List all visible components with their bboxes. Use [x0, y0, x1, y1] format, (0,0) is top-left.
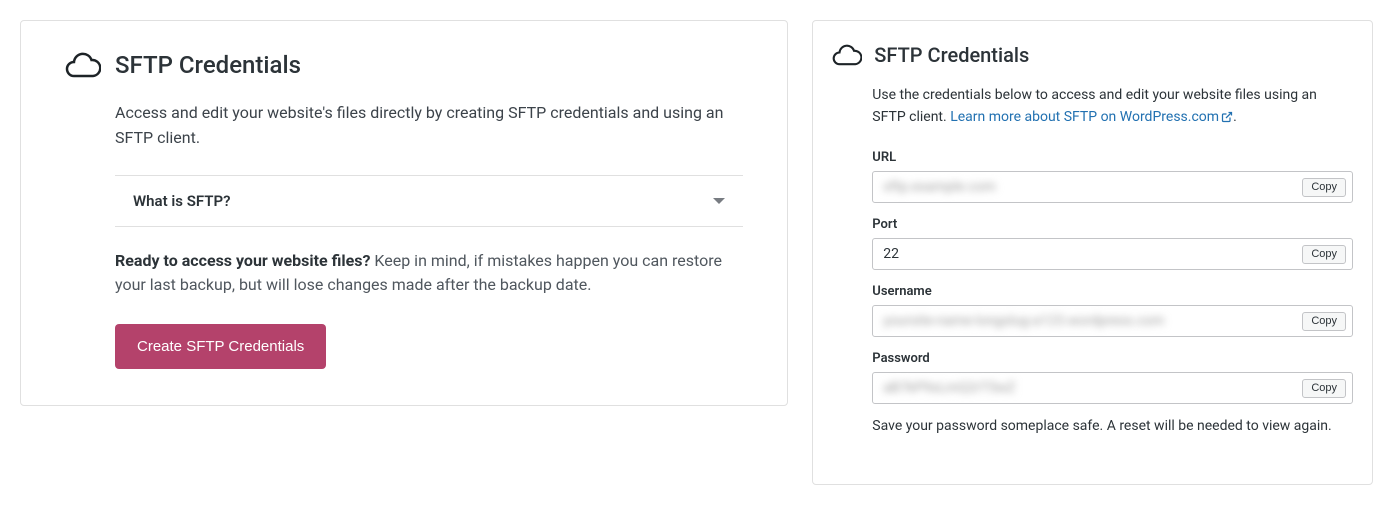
card-title-text: SFTP Credentials: [115, 51, 301, 79]
card-title-text: SFTP Credentials: [874, 43, 1029, 67]
password-note: Save your password someplace safe. A res…: [872, 418, 1353, 434]
username-field-block: Username yoursite-name-longslug-a123.wor…: [872, 284, 1353, 337]
password-label: Password: [872, 351, 1353, 366]
username-value: yoursite-name-longslug-a123.wordpress.co…: [883, 313, 1302, 329]
copy-url-button[interactable]: Copy: [1302, 178, 1346, 197]
password-field: aB7kP9xLmQ2rT5wZ Copy: [872, 372, 1353, 404]
chevron-down-icon: [713, 198, 725, 204]
card-title-row: SFTP Credentials: [65, 51, 743, 79]
password-field-block: Password aB7kP9xLmQ2rT5wZ Copy: [872, 351, 1353, 404]
copy-port-button[interactable]: Copy: [1302, 245, 1346, 264]
cloud-icon: [832, 44, 862, 66]
card-title-row: SFTP Credentials: [832, 43, 1353, 67]
password-value: aB7kP9xLmQ2rT5wZ: [883, 380, 1302, 396]
create-sftp-credentials-button[interactable]: Create SFTP Credentials: [115, 324, 326, 369]
url-label: URL: [872, 150, 1353, 165]
username-field: yoursite-name-longslug-a123.wordpress.co…: [872, 305, 1353, 337]
external-link-icon: [1221, 109, 1233, 131]
url-field-block: URL sftp.example.com Copy: [872, 150, 1353, 203]
learn-more-link[interactable]: Learn more about SFTP on WordPress.com: [950, 109, 1233, 125]
accordion-label: What is SFTP?: [133, 192, 230, 210]
port-label: Port: [872, 217, 1353, 232]
port-field: 22 Copy: [872, 238, 1353, 270]
copy-username-button[interactable]: Copy: [1302, 312, 1346, 331]
port-field-block: Port 22 Copy: [872, 217, 1353, 270]
what-is-sftp-accordion: What is SFTP?: [115, 175, 743, 227]
url-value: sftp.example.com: [883, 179, 1302, 195]
ready-text: Ready to access your website files? Keep…: [115, 249, 743, 299]
cloud-icon: [65, 52, 101, 78]
copy-password-button[interactable]: Copy: [1302, 379, 1346, 398]
username-label: Username: [872, 284, 1353, 299]
sftp-create-card: SFTP Credentials Access and edit your we…: [20, 20, 788, 406]
what-is-sftp-toggle[interactable]: What is SFTP?: [115, 176, 743, 226]
card-description: Access and edit your website's files dir…: [115, 101, 743, 151]
credentials-description: Use the credentials below to access and …: [872, 85, 1353, 130]
url-field: sftp.example.com Copy: [872, 171, 1353, 203]
ready-bold: Ready to access your website files?: [115, 251, 370, 270]
desc-suffix: .: [1233, 109, 1237, 125]
sftp-credentials-card: SFTP Credentials Use the credentials bel…: [812, 20, 1373, 485]
port-value: 22: [883, 246, 1302, 262]
